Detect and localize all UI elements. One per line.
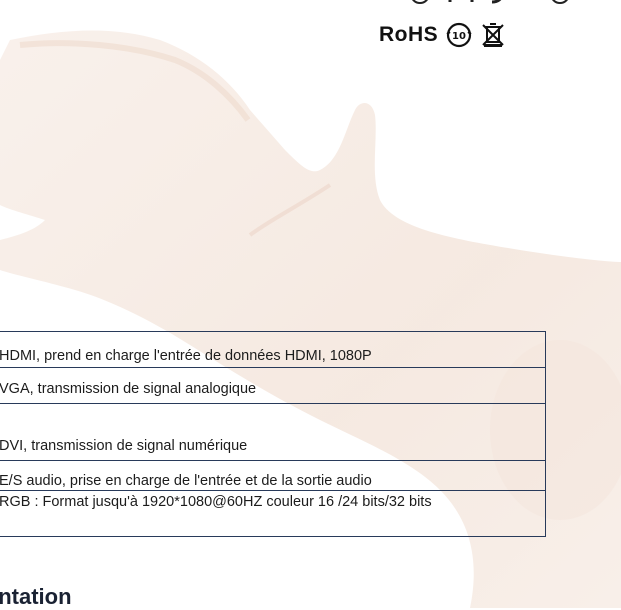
- section-heading: entation: [0, 584, 72, 609]
- table-row: E/S audio, prise en charge de l'entrée e…: [0, 460, 546, 491]
- spec-vga: VGA, transmission de signal analogique: [0, 367, 546, 404]
- table-row: RGB : Format jusqu'à 1920*1080@60HZ coul…: [0, 490, 546, 537]
- weee-crossed-bin-icon: [482, 23, 504, 47]
- svg-text:10: 10: [452, 31, 466, 42]
- spec-rgb: RGB : Format jusqu'à 1920*1080@60HZ coul…: [0, 490, 546, 537]
- table-row: HDMI, prend en charge l'entrée de donnée…: [0, 331, 546, 368]
- rohs-label: RoHS: [379, 23, 439, 46]
- certification-marks-icon: [412, 0, 568, 4]
- spec-hdmi: HDMI, prend en charge l'entrée de donnée…: [0, 331, 546, 368]
- table-row: DVI, transmission de signal numérique: [0, 403, 546, 461]
- table-row: VGA, transmission de signal analogique: [0, 367, 546, 404]
- certification-row: RoHS 10: [379, 20, 506, 50]
- rohs-10-icon: 10: [446, 22, 472, 48]
- spec-table: HDMI, prend en charge l'entrée de donnée…: [0, 331, 546, 537]
- spec-audio: E/S audio, prise en charge de l'entrée e…: [0, 460, 546, 491]
- spec-dvi: DVI, transmission de signal numérique: [0, 403, 546, 461]
